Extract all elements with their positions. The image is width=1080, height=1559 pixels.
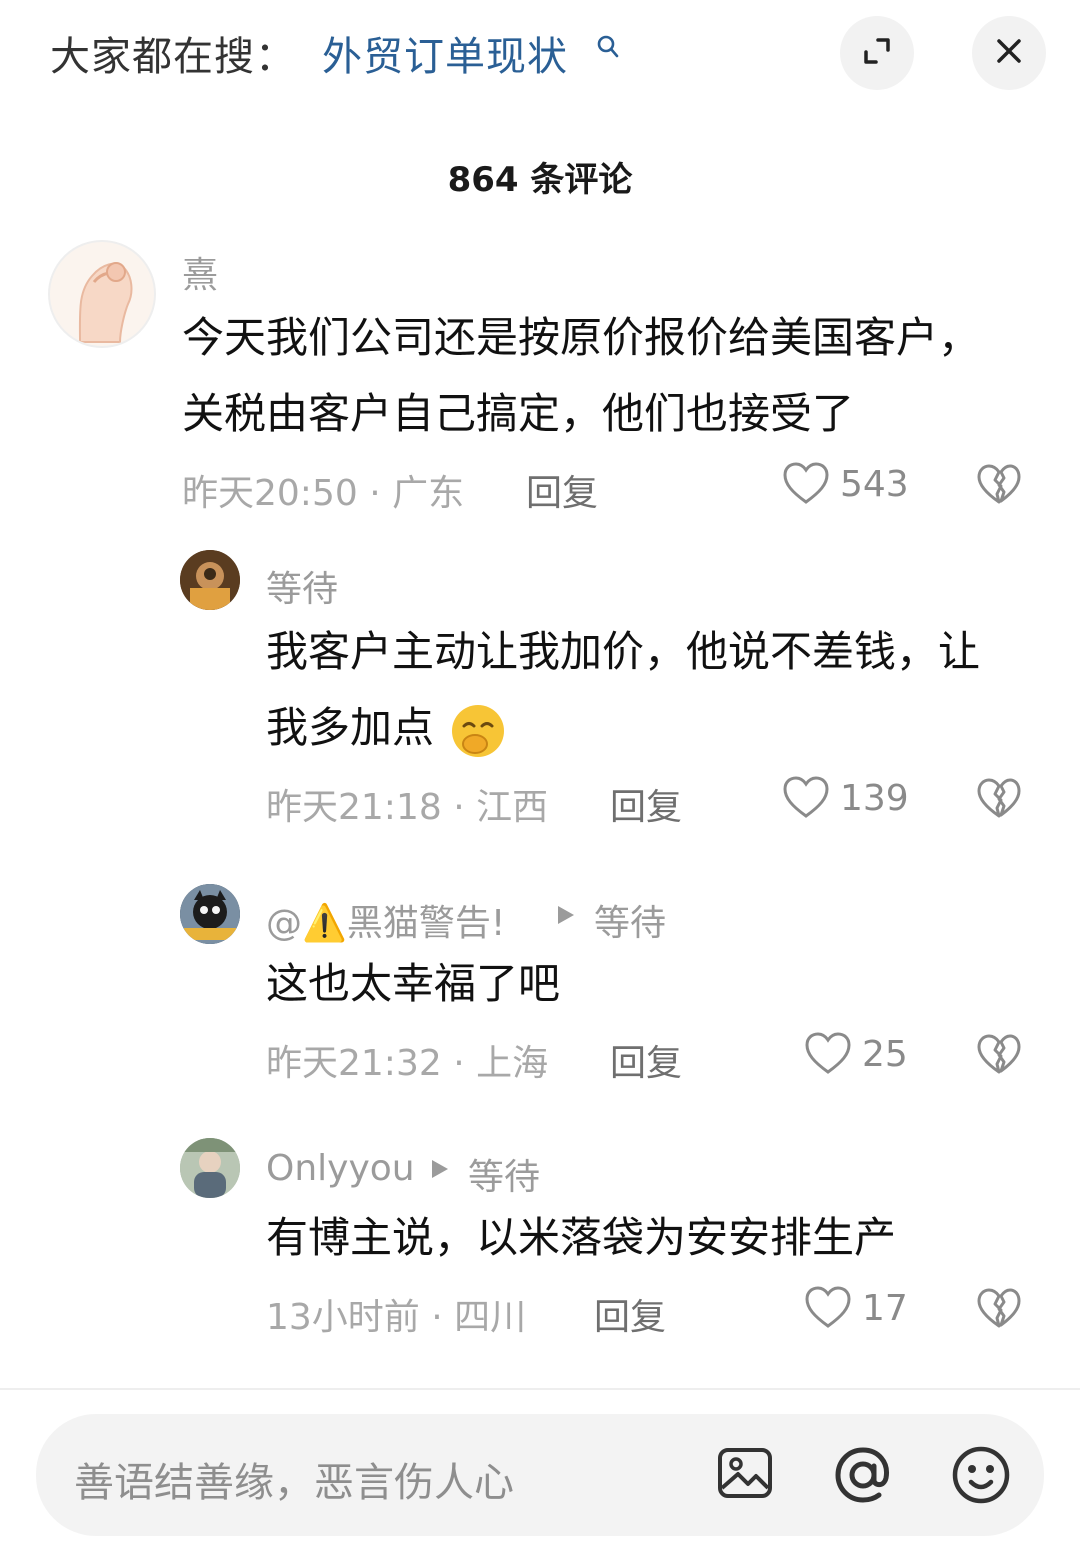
search-prefix-label: 大家都在搜： [50,34,296,80]
comment-time-location: 昨天21:18 · 江西 [266,787,549,828]
comment-time-location: 昨天21:32 · 上海 [266,1043,549,1084]
comment-text-line: 这也太幸福了吧 [266,959,561,1008]
reply-button[interactable]: 回复 [594,1288,666,1340]
expand-icon [860,34,894,72]
comment-item: 等待 我客户主动让我加价，他说不差钱，让 我多加点 昨天21:18 · 江西 回… [0,548,1080,848]
at-icon[interactable] [832,1444,894,1510]
close-icon [994,36,1024,70]
shy-giggle-emoji [449,702,507,760]
comment-text: 有博主说，以米落袋为安安排生产 [266,1200,896,1276]
reply-button[interactable]: 回复 [610,778,682,830]
comment-time-location: 13小时前 · 四川 [266,1297,527,1338]
comment-text: 我客户主动让我加价，他说不差钱，让 我多加点 [266,614,980,766]
like-count: 17 [862,1288,908,1329]
comment-text-line: 我多加点 [266,690,980,766]
comment-username[interactable]: 等待 [266,560,338,612]
comment-text-line: 我客户主动让我加价，他说不差钱，让 [266,627,981,676]
broken-heart-icon[interactable] [976,1288,1022,1334]
close-button[interactable] [972,16,1046,90]
comment-input-bar[interactable]: 善语结善缘，恶言伤人心 [36,1414,1044,1536]
reply-arrow-icon [430,1158,450,1184]
like-heart-icon[interactable] [782,462,830,510]
divider [0,1388,1080,1390]
expand-button[interactable] [840,16,914,90]
avatar[interactable] [180,550,240,610]
broken-heart-icon[interactable] [976,464,1022,510]
comment-item: @⚠️黑猫警告! 等待 这也太幸福了吧 昨天21:32 · 上海 回复 25 [0,882,1080,1102]
avatar[interactable] [48,240,156,348]
like-heart-icon[interactable] [782,776,830,824]
comment-input-placeholder[interactable]: 善语结善缘，恶言伤人心 [74,1450,514,1508]
broken-heart-icon[interactable] [976,1034,1022,1080]
comment-username[interactable]: 熹 [182,246,218,298]
broken-heart-icon[interactable] [976,778,1022,824]
comment-time-location: 昨天20:50 · 广东 [182,473,465,514]
like-heart-icon[interactable] [804,1032,852,1080]
comment-username[interactable]: Onlyyou [266,1148,415,1189]
emoji-icon[interactable] [950,1444,1012,1510]
like-count: 543 [840,464,909,505]
top-search-bar: 大家都在搜： 外贸订单现状 [0,0,1080,110]
comment-count-title: 864 条评论 [447,160,633,200]
trending-search-link[interactable]: 外贸订单现状 [322,24,568,82]
like-count: 139 [840,778,909,819]
search-icon[interactable] [596,34,620,66]
reply-target-username[interactable]: 等待 [594,894,666,946]
comment-username[interactable]: @⚠️黑猫警告! [266,894,505,946]
comment-text-line: 有博主说，以米落袋为安安排生产 [266,1213,897,1262]
comment-text-line: 关税由客户自己搞定，他们也接受了 [182,389,855,438]
comment-item: Onlyyou 等待 有博主说，以米落袋为安安排生产 13小时前 · 四川 回复… [0,1136,1080,1356]
like-heart-icon[interactable] [804,1286,852,1334]
comment-text: 这也太幸福了吧 [266,946,560,1022]
like-count: 25 [862,1034,908,1075]
image-icon[interactable] [716,1444,774,1506]
reply-button[interactable]: 回复 [610,1034,682,1086]
reply-button[interactable]: 回复 [526,464,598,516]
comment-item: 熹 今天我们公司还是按原价报价给美国客户， 关税由客户自己搞定，他们也接受了 昨… [0,236,1080,526]
comment-text-line: 今天我们公司还是按原价报价给美国客户， [182,313,981,362]
comment-text: 今天我们公司还是按原价报价给美国客户， 关税由客户自己搞定，他们也接受了 [182,300,980,452]
reply-arrow-icon [556,904,576,930]
comment-text-fragment: 我多加点 [266,703,435,752]
avatar[interactable] [180,884,240,944]
avatar[interactable] [180,1138,240,1198]
reply-target-username[interactable]: 等待 [468,1148,540,1200]
